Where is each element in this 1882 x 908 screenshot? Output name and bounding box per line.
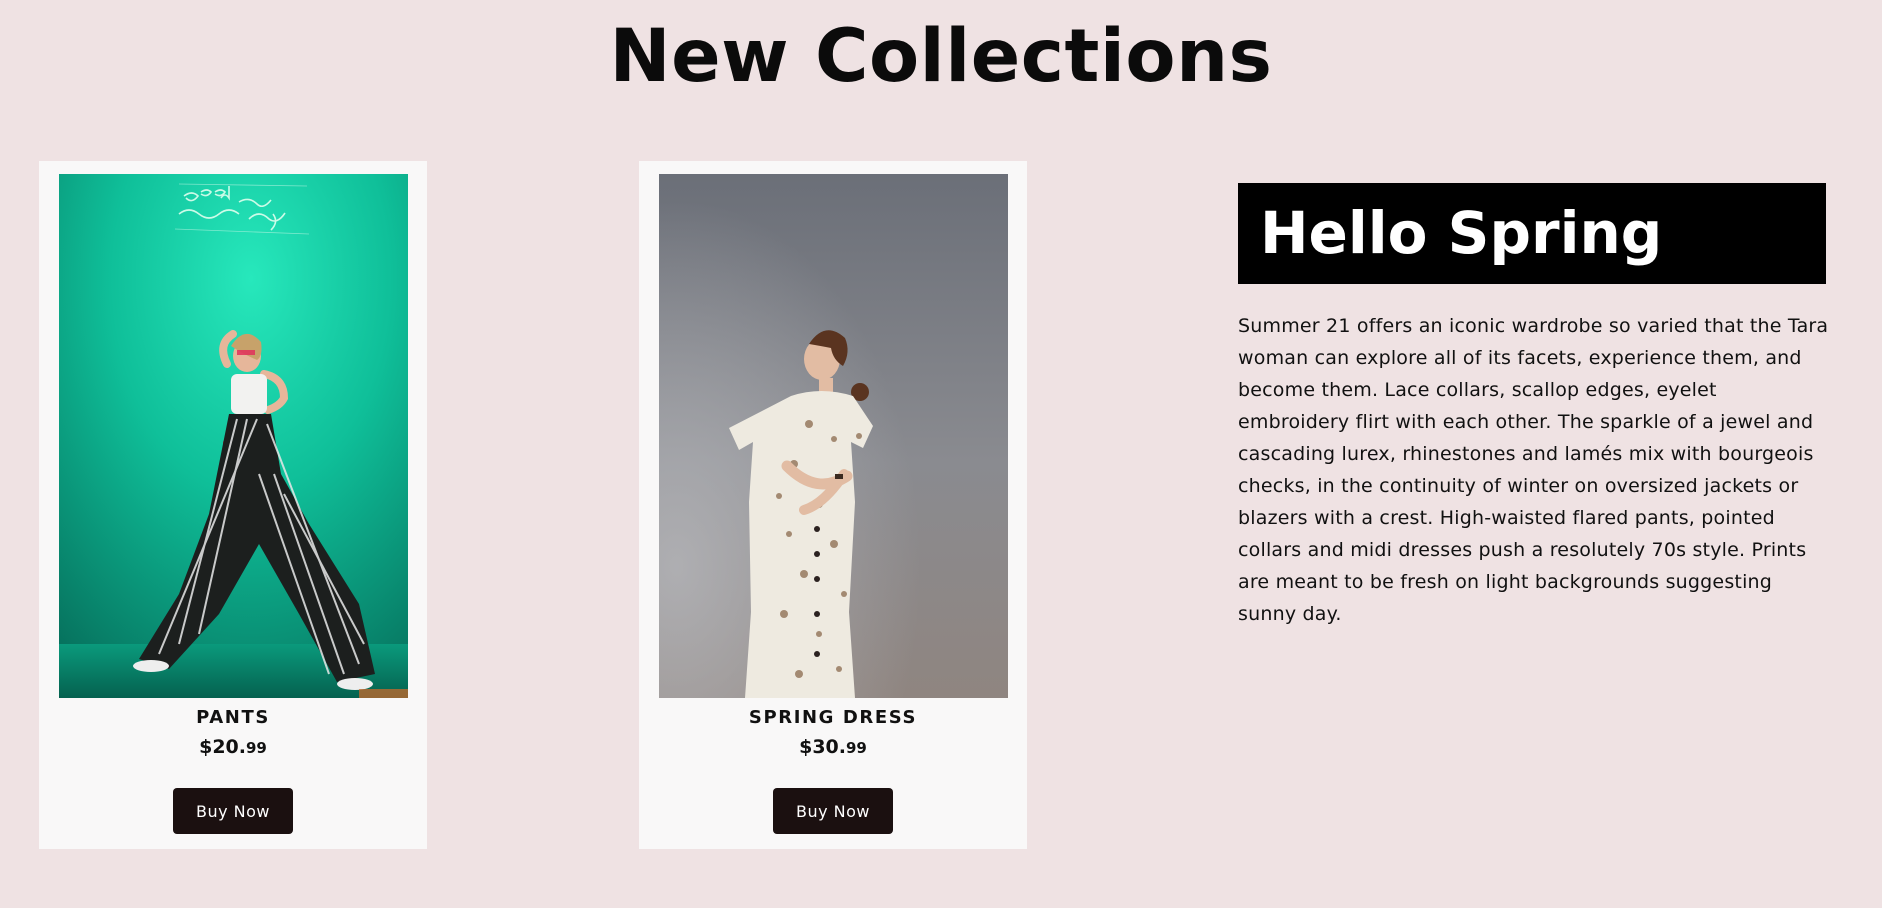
buy-now-button-pants[interactable]: Buy Now xyxy=(173,788,293,834)
promo-heading: Hello Spring xyxy=(1238,183,1826,284)
product-name: SPRING DRESS xyxy=(748,707,918,728)
product-image-pants[interactable] xyxy=(59,174,408,698)
price-main: $20. xyxy=(199,736,246,758)
product-name: PANTS xyxy=(196,707,270,728)
product-card-spring-dress: SPRING DRESS $30.99 Buy Now xyxy=(639,161,1027,849)
price-cents: 99 xyxy=(246,739,267,757)
product-price: $20.99 xyxy=(39,736,427,758)
promo-description: Summer 21 offers an iconic wardrobe so v… xyxy=(1238,315,1829,625)
buy-now-button-spring-dress[interactable]: Buy Now xyxy=(773,788,893,834)
product-card-pants: PANTS $20.99 Buy Now xyxy=(39,161,427,849)
price-main: $30. xyxy=(799,736,846,758)
product-price: $30.99 xyxy=(639,736,1027,758)
product-image-spring-dress[interactable] xyxy=(659,174,1008,698)
price-cents: 99 xyxy=(846,739,867,757)
page-title: New Collections xyxy=(609,14,1273,99)
